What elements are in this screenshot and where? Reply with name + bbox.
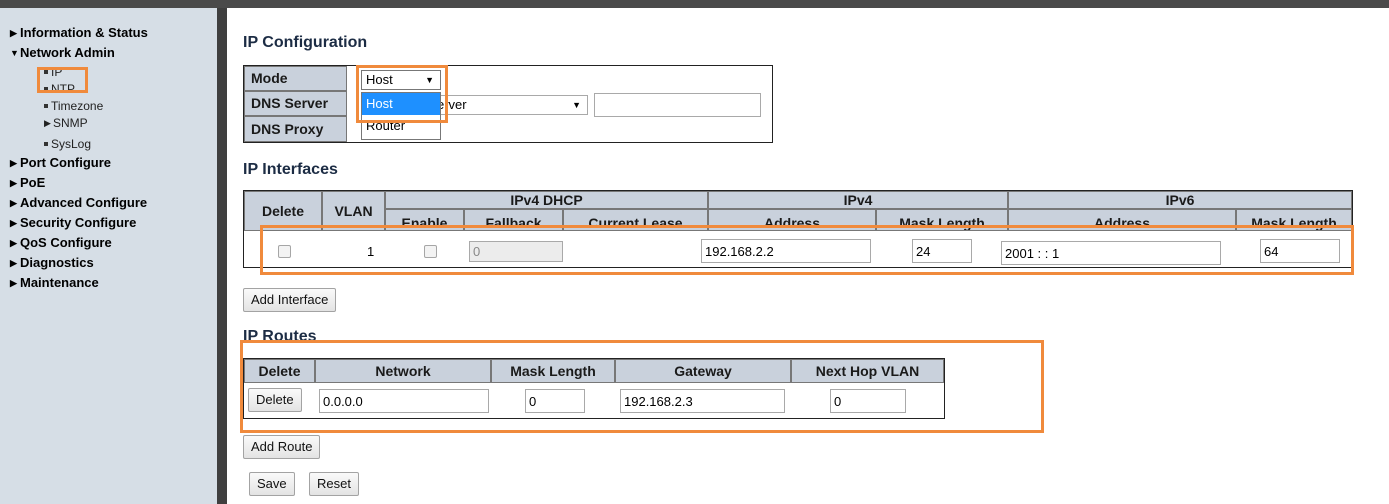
nav-advanced-configure[interactable]: ▶ Advanced Configure [10,193,217,213]
main-content: IP Configuration Mode DNS Server DNS Pro… [227,8,1389,504]
top-bar [0,0,1389,8]
bullet-icon [44,104,48,108]
ip-interfaces-title: IP Interfaces [243,161,338,178]
bullet-icon [44,142,48,146]
nav-security-configure[interactable]: ▶ Security Configure [10,213,217,233]
expand-arrow-icon: ▶ [10,198,17,208]
dropdown-caret-icon: ▼ [572,100,581,110]
col-ipv6: IPv6 [1008,191,1352,209]
sidebar-nav: ▶ Information & Status ▼Network Admin IP … [0,8,217,504]
col-ipv4: IPv4 [708,191,1008,209]
mode-label: Mode [244,66,347,91]
expand-arrow-icon: ▶ [10,158,17,168]
nav-sub-syslog[interactable]: SysLog [10,136,217,153]
dns-server-input[interactable] [594,93,761,117]
nav-maintenance[interactable]: ▶ Maintenance [10,273,217,293]
reset-button[interactable]: Reset [309,472,359,496]
nav-ip-highlight [37,67,88,93]
expand-arrow-icon: ▶ [10,238,17,248]
expand-arrow-icon: ▶ [44,118,51,128]
nav-information-status[interactable]: ▶ Information & Status [10,23,217,43]
nav-qos-configure[interactable]: ▶ QoS Configure [10,233,217,253]
sidebar-divider [217,8,227,504]
ip-configuration-title: IP Configuration [243,34,368,51]
add-interface-button[interactable]: Add Interface [243,288,337,312]
mode-highlight [356,65,448,123]
expand-arrow-icon: ▶ [10,258,17,268]
add-route-button[interactable]: Add Route [243,435,321,459]
routes-highlight [240,340,1044,433]
nav-port-configure[interactable]: ▶ Port Configure [10,153,217,173]
nav-poe[interactable]: ▶ PoE [10,173,217,193]
save-button[interactable]: Save [249,472,295,496]
expand-arrow-icon: ▶ [10,218,17,228]
col-ipv4-dhcp: IPv4 DHCP [385,191,708,209]
expand-arrow-icon: ▶ [10,278,17,288]
dns-server-label: DNS Server [244,91,347,116]
expand-arrow-icon: ▶ [10,178,17,188]
nav-diagnostics[interactable]: ▶ Diagnostics [10,253,217,273]
nav-sub-snmp[interactable]: ▶ SNMP [10,115,217,132]
expand-arrow-icon: ▶ [10,28,17,38]
dns-proxy-label: DNS Proxy [244,116,347,142]
nav-network-admin[interactable]: ▼Network Admin [10,43,217,63]
nav-sub-timezone[interactable]: Timezone [10,98,217,115]
interface-row-highlight [260,225,1354,275]
collapse-arrow-icon: ▼ [10,48,19,58]
